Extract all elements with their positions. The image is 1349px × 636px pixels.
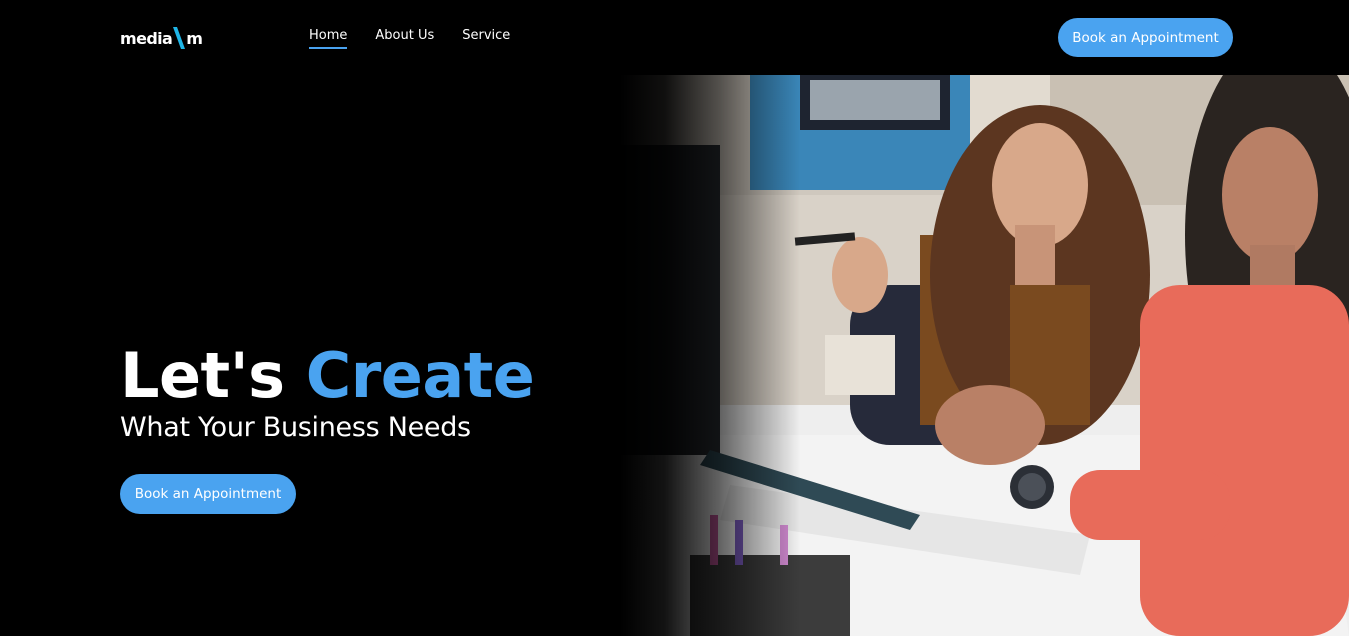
- logo-text-right: m: [186, 28, 203, 48]
- hero-book-appointment-button[interactable]: Book an Appointment: [120, 474, 296, 514]
- nav-item-about-us[interactable]: About Us: [375, 28, 434, 49]
- hero-title-plain: Let's: [120, 339, 285, 412]
- hero-image-fade: [620, 75, 800, 636]
- main-nav: Home About Us Service: [309, 28, 510, 49]
- logo-text-left: media: [120, 28, 173, 48]
- brand-logo[interactable]: media m: [120, 27, 203, 49]
- hero-subtitle: What Your Business Needs: [120, 412, 471, 443]
- hero-title-accent: Create: [305, 339, 535, 412]
- nav-item-home[interactable]: Home: [309, 28, 348, 49]
- hero-title: Let's Create: [120, 338, 535, 414]
- site-header: media m Home About Us Service Book an Ap…: [0, 0, 1349, 75]
- header-book-appointment-button[interactable]: Book an Appointment: [1058, 18, 1233, 57]
- logo-slash-icon: [173, 27, 186, 49]
- nav-item-service[interactable]: Service: [462, 28, 510, 49]
